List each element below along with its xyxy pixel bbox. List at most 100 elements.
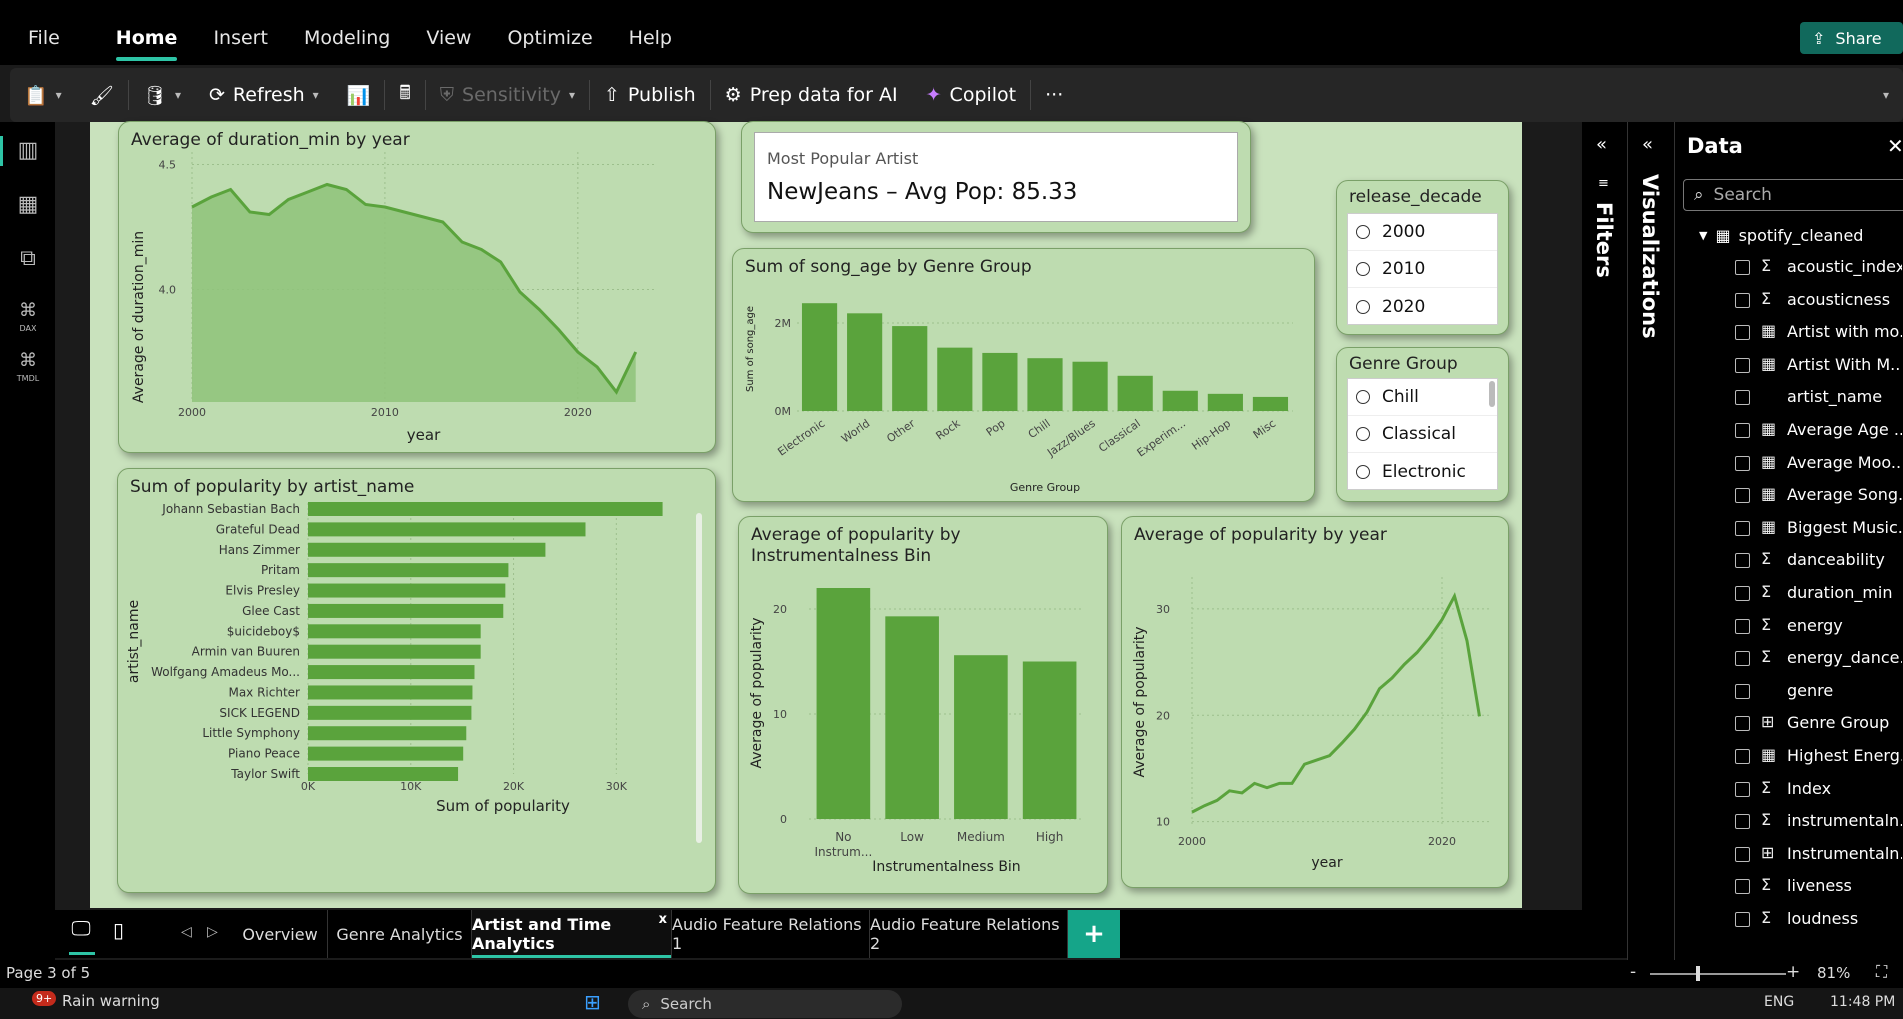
new-visual-button[interactable]: 📊 (333, 75, 385, 115)
model-view-icon[interactable]: ⧉ (14, 246, 42, 274)
format-painter-button[interactable]: 🖌 (76, 75, 128, 115)
tab-genre-analytics[interactable]: Genre Analytics (328, 910, 472, 958)
slicer-scrollbar[interactable] (1489, 381, 1495, 407)
tab-audio-feature-1[interactable]: Audio Feature Relations 1 (672, 910, 870, 958)
menu-optimize[interactable]: Optimize (507, 21, 592, 55)
kpi-card[interactable]: Most Popular Artist NewJeans – Avg Pop: … (741, 121, 1251, 233)
mobile-layout-icon[interactable]: ▯ (113, 918, 124, 942)
field-item[interactable]: genre (1675, 677, 1903, 705)
table-view-icon[interactable]: ▦ (14, 192, 42, 220)
field-checkbox[interactable] (1735, 846, 1750, 862)
field-checkbox[interactable] (1735, 586, 1750, 601)
field-checkbox[interactable] (1735, 781, 1750, 797)
popularity-year-chart-card[interactable]: Average of popularity by year 10 20 30 2000… (1121, 516, 1509, 888)
menu-file[interactable]: File (28, 21, 60, 55)
field-item[interactable]: Σliveness (1675, 872, 1903, 900)
field-checkbox[interactable] (1735, 292, 1750, 308)
refresh-button[interactable]: ⟳ Refresh ▾ (195, 75, 333, 115)
field-search-input[interactable]: ⌕ Search (1683, 179, 1903, 211)
expand-filters-icon[interactable]: « (1596, 134, 1607, 155)
field-checkbox[interactable] (1735, 912, 1750, 927)
menu-modeling[interactable]: Modeling (304, 21, 390, 55)
share-button[interactable]: ⇪ Share (1800, 22, 1903, 54)
field-item[interactable]: ▦ Average Moo... (1675, 449, 1903, 477)
filters-pane[interactable]: « ≡ Filters (1582, 122, 1627, 910)
field-checkbox[interactable] (1735, 651, 1750, 667)
slicer-option-2020[interactable]: 2020 (1348, 288, 1497, 325)
field-checkbox[interactable] (1735, 260, 1750, 275)
chart-scrollbar[interactable] (696, 513, 702, 843)
field-item[interactable]: Σduration_min (1675, 579, 1903, 607)
release-decade-slicer[interactable]: release_decade 2000 2010 2020 (1336, 180, 1509, 335)
field-item[interactable]: Σ Index (1675, 775, 1903, 803)
field-item[interactable]: Σacousticness (1675, 286, 1903, 314)
zoom-slider[interactable] (1650, 973, 1786, 975)
more-options-button[interactable]: ··· (1031, 75, 1077, 115)
dax-query-icon[interactable]: ⌘ DAX (14, 300, 42, 333)
field-checkbox[interactable] (1735, 390, 1750, 406)
field-item[interactable]: Σdanceability (1675, 546, 1903, 574)
field-checkbox[interactable] (1735, 749, 1750, 764)
clock-time[interactable]: 11:48 PM (1830, 994, 1895, 1010)
field-checkbox[interactable] (1735, 716, 1750, 732)
field-item[interactable]: ⊞ Genre Group (1675, 709, 1903, 737)
field-item[interactable]: artist_name (1675, 383, 1903, 411)
tmdl-view-icon[interactable]: ⌘ TMDL (14, 350, 42, 383)
windows-start-icon[interactable]: ⊞ (584, 990, 601, 1014)
duration-chart-card[interactable]: Average of duration_min by year 4.0 4.5 20… (118, 121, 716, 453)
field-checkbox[interactable] (1735, 618, 1750, 634)
add-page-button[interactable]: + (1068, 910, 1120, 958)
field-item[interactable]: ▦ Highest Energ... (1675, 742, 1903, 770)
language-indicator[interactable]: ENG (1764, 994, 1794, 1010)
field-checkbox[interactable] (1735, 814, 1750, 830)
tab-overview[interactable]: Overview (233, 910, 328, 958)
menu-insert[interactable]: Insert (213, 21, 268, 55)
visualizations-pane[interactable]: « Visualizations (1627, 122, 1674, 960)
field-checkbox[interactable] (1735, 520, 1750, 536)
artist-chart-card[interactable]: Sum of popularity by artist_name 0K 10K 20… (117, 468, 716, 893)
slicer-option-2010[interactable]: 2010 (1348, 251, 1497, 288)
close-tab-icon[interactable]: x (659, 912, 667, 927)
paste-button[interactable]: 📋 ▾ (10, 75, 76, 115)
field-item[interactable]: ▦ Artist With M... (1675, 351, 1903, 379)
ribbon-collapse-button[interactable]: ▾ (1869, 75, 1903, 115)
field-checkbox[interactable] (1735, 879, 1750, 895)
field-item[interactable]: Σloudness (1675, 905, 1903, 933)
field-item[interactable]: ▦ Biggest Music... (1675, 514, 1903, 542)
sensitivity-button[interactable]: ⛨ Sensitivity ▾ (426, 75, 589, 115)
new-measure-button[interactable]: 🖩 (385, 75, 424, 115)
field-item[interactable]: ▦ Artist with mo... (1675, 318, 1903, 346)
slicer-option-classical[interactable]: Classical (1348, 416, 1497, 453)
zoom-out-button[interactable]: - (1630, 962, 1636, 982)
field-checkbox[interactable] (1735, 455, 1750, 471)
tab-artist-time-analytics[interactable]: Artist and Time Analytics x (472, 910, 672, 958)
field-item[interactable]: ⊞ Instrumentaln... (1675, 840, 1903, 868)
get-data-button[interactable]: 🛢 ▾ (129, 75, 195, 115)
slicer-option-electronic[interactable]: Electronic (1348, 453, 1497, 490)
genre-group-slicer[interactable]: Genre Group Chill Classical Electronic (1336, 347, 1509, 502)
menu-view[interactable]: View (426, 21, 471, 55)
fit-page-icon[interactable]: ⛶ (1876, 962, 1887, 982)
close-pane-icon[interactable]: ✕ (1887, 134, 1903, 158)
next-page-icon[interactable]: ▷ (207, 924, 218, 940)
copilot-button[interactable]: ✦ Copilot (912, 75, 1031, 115)
field-item[interactable]: ▦ Average Age ... (1675, 416, 1903, 444)
field-checkbox[interactable] (1735, 553, 1750, 569)
instrumentalness-chart-card[interactable]: Average of popularity by Instrumentalnes… (738, 516, 1108, 894)
field-item[interactable]: ▦ Average Song... (1675, 481, 1903, 509)
menu-home[interactable]: Home (115, 21, 177, 61)
report-view-icon[interactable]: ▥ (14, 138, 42, 166)
field-checkbox[interactable] (1735, 423, 1750, 438)
field-checkbox[interactable] (1735, 488, 1750, 504)
prev-page-icon[interactable]: ◁ (181, 924, 192, 940)
field-item[interactable]: Σenergy_dance... (1675, 644, 1903, 672)
expand-visualizations-icon[interactable]: « (1642, 134, 1653, 155)
publish-button[interactable]: ⇧ Publish (590, 75, 710, 115)
field-item[interactable]: Σinstrumentaln... (1675, 807, 1903, 835)
field-checkbox[interactable] (1735, 357, 1750, 373)
desktop-layout-icon[interactable]: 🖵 (65, 916, 97, 952)
prep-data-ai-button[interactable]: ⚙ Prep data for AI (711, 75, 912, 115)
slicer-option-2000[interactable]: 2000 (1348, 214, 1497, 251)
zoom-in-button[interactable]: + (1786, 962, 1800, 982)
field-checkbox[interactable] (1735, 325, 1750, 341)
